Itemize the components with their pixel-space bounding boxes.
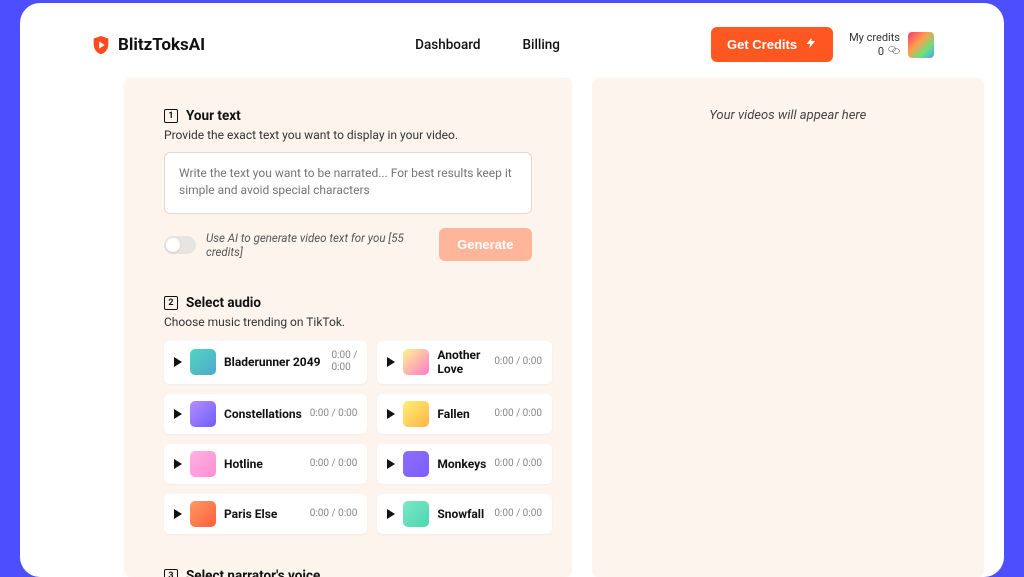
- bolt-icon: [805, 37, 817, 52]
- credits-label: My credits: [849, 31, 900, 44]
- play-icon[interactable]: [174, 409, 182, 419]
- audio-card[interactable]: Constellations 0:00 / 0:00: [164, 394, 367, 434]
- get-credits-button[interactable]: Get Credits: [711, 27, 833, 62]
- audio-name: Hotline: [224, 457, 302, 471]
- section-select-voice: 3 Select narrator's voice Adam0:00 / 0:0…: [164, 568, 532, 577]
- audio-thumb: [190, 451, 216, 477]
- play-icon[interactable]: [387, 357, 395, 367]
- audio-time: 0:00 / 0:00: [494, 408, 542, 420]
- preview-panel: Your videos will appear here: [592, 78, 985, 577]
- preview-placeholder: Your videos will appear here: [709, 108, 866, 123]
- brand-shield-icon: [90, 34, 112, 56]
- audio-thumb: [403, 451, 429, 477]
- nav: Dashboard Billing: [415, 37, 560, 53]
- audio-name: Bladerunner 2049: [224, 355, 324, 369]
- audio-time: 0:00 /0:00: [332, 350, 358, 374]
- audio-time: 0:00 / 0:00: [494, 458, 542, 470]
- audio-card[interactable]: Snowfall 0:00 / 0:00: [377, 494, 552, 534]
- audio-thumb: [190, 349, 216, 375]
- audio-time: 0:00 / 0:00: [310, 508, 358, 520]
- editor-panel: 1 Your text Provide the exact text you w…: [124, 78, 572, 577]
- avatar[interactable]: [908, 32, 934, 58]
- app-window: BlitzToksAI Dashboard Billing Get Credit…: [20, 3, 1004, 577]
- audio-thumb: [190, 501, 216, 527]
- generate-button[interactable]: Generate: [439, 228, 531, 261]
- section-select-audio: 2 Select audio Choose music trending on …: [164, 295, 532, 534]
- content: 1 Your text Provide the exact text you w…: [20, 78, 1004, 577]
- play-icon[interactable]: [174, 459, 182, 469]
- section3-title: Select narrator's voice: [186, 568, 320, 577]
- audio-thumb: [403, 401, 429, 427]
- audio-thumb: [403, 349, 429, 375]
- audio-card[interactable]: Fallen 0:00 / 0:00: [377, 394, 552, 434]
- audio-name: Monkeys: [437, 457, 486, 471]
- get-credits-label: Get Credits: [727, 37, 797, 52]
- section-your-text: 1 Your text Provide the exact text you w…: [164, 108, 532, 261]
- audio-name: Snowfall: [437, 507, 486, 521]
- audio-card[interactable]: Hotline 0:00 / 0:00: [164, 444, 367, 484]
- nav-dashboard[interactable]: Dashboard: [415, 37, 480, 53]
- brand-name: BlitzToksAI: [118, 35, 205, 55]
- audio-card[interactable]: Monkeys 0:00 / 0:00: [377, 444, 552, 484]
- audio-card[interactable]: Paris Else 0:00 / 0:00: [164, 494, 367, 534]
- audio-card[interactable]: Bladerunner 2049 0:00 /0:00: [164, 341, 367, 384]
- play-icon[interactable]: [387, 459, 395, 469]
- section2-title: Select audio: [186, 295, 261, 311]
- audio-name: Fallen: [437, 407, 486, 421]
- credits-box: My credits 0: [849, 31, 934, 57]
- step-num-1: 1: [164, 109, 178, 123]
- audio-thumb: [403, 501, 429, 527]
- play-icon[interactable]: [174, 509, 182, 519]
- nav-billing[interactable]: Billing: [522, 37, 559, 53]
- audio-grid: Bladerunner 2049 0:00 /0:00 Another Love 0:…: [164, 341, 532, 534]
- audio-card[interactable]: Another Love 0:00 / 0:00: [377, 341, 552, 384]
- credits-value: 0: [878, 45, 884, 58]
- audio-time: 0:00 / 0:00: [310, 408, 358, 420]
- audio-name: Constellations: [224, 407, 302, 421]
- coins-icon: [888, 45, 900, 58]
- step-num-3: 3: [164, 569, 178, 577]
- audio-time: 0:00 / 0:00: [310, 458, 358, 470]
- audio-thumb: [190, 401, 216, 427]
- use-ai-toggle[interactable]: [164, 236, 196, 254]
- section1-sub: Provide the exact text you want to displ…: [164, 128, 532, 142]
- audio-time: 0:00 / 0:00: [494, 356, 542, 368]
- step-num-2: 2: [164, 296, 178, 310]
- video-text-input[interactable]: [164, 152, 532, 214]
- ai-toggle-label: Use AI to generate video text for you [5…: [206, 231, 429, 259]
- audio-name: Paris Else: [224, 507, 302, 521]
- brand[interactable]: BlitzToksAI: [90, 34, 205, 56]
- play-icon[interactable]: [174, 357, 182, 367]
- audio-time: 0:00 / 0:00: [494, 508, 542, 520]
- audio-name: Another Love: [437, 348, 486, 377]
- section1-title: Your text: [186, 108, 241, 124]
- header: BlitzToksAI Dashboard Billing Get Credit…: [20, 3, 1004, 78]
- section2-sub: Choose music trending on TikTok.: [164, 315, 532, 329]
- play-icon[interactable]: [387, 509, 395, 519]
- play-icon[interactable]: [387, 409, 395, 419]
